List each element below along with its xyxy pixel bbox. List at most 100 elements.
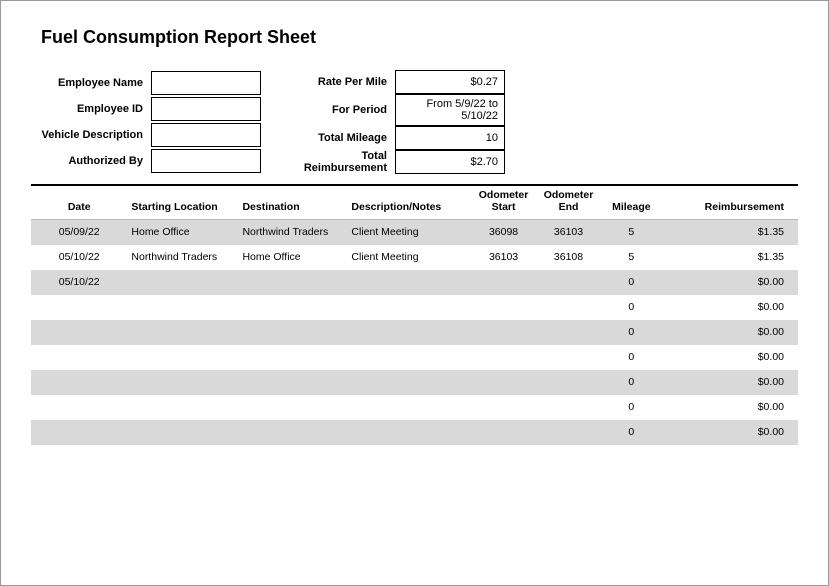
cell-dest[interactable] [238,370,347,395]
cell-mileage[interactable]: 0 [601,395,662,420]
table-row: 05/10/22 0$0.00 [31,270,798,295]
cell-dest[interactable] [238,320,347,345]
cell-odo-start[interactable]: 36103 [471,245,536,270]
cell-dest[interactable] [238,395,347,420]
cell-start-loc[interactable] [127,420,238,445]
cell-desc[interactable] [347,395,471,420]
cell-mileage[interactable]: 0 [601,420,662,445]
cell-dest[interactable] [238,270,347,295]
period-label: For Period [285,98,395,122]
cell-odo-end[interactable] [536,295,601,320]
cell-reimb[interactable]: $0.00 [662,420,798,445]
cell-reimb[interactable]: $0.00 [662,345,798,370]
cell-odo-start[interactable] [471,370,536,395]
cell-odo-end[interactable] [536,395,601,420]
cell-start-loc[interactable] [127,320,238,345]
cell-reimb[interactable]: $0.00 [662,295,798,320]
cell-odo-start[interactable]: 36098 [471,220,536,245]
period-value[interactable]: From 5/9/22 to 5/10/22 [395,94,505,126]
cell-date[interactable] [31,295,127,320]
cell-dest[interactable] [238,345,347,370]
cell-odo-end[interactable] [536,370,601,395]
cell-date[interactable]: 05/09/22 [31,220,127,245]
cell-odo-start[interactable] [471,295,536,320]
cell-start-loc[interactable] [127,270,238,295]
vehicle-desc-input[interactable] [151,123,261,147]
cell-dest[interactable]: Northwind Traders [238,220,347,245]
cell-odo-end[interactable] [536,345,601,370]
cell-dest[interactable]: Home Office [238,245,347,270]
cell-date[interactable] [31,395,127,420]
cell-reimb[interactable]: $0.00 [662,395,798,420]
cell-reimb[interactable]: $1.35 [662,245,798,270]
col-date: Date [31,186,127,220]
cell-start-loc[interactable] [127,295,238,320]
employee-name-input[interactable] [151,71,261,95]
cell-desc[interactable] [347,345,471,370]
cell-odo-start[interactable] [471,420,536,445]
cell-dest[interactable] [238,420,347,445]
authorized-by-label: Authorized By [31,149,151,173]
cell-odo-end[interactable]: 36108 [536,245,601,270]
page-title: Fuel Consumption Report Sheet [41,27,798,48]
cell-reimb[interactable]: $0.00 [662,270,798,295]
cell-mileage[interactable]: 0 [601,320,662,345]
cell-desc[interactable]: Client Meeting [347,245,471,270]
table-row: 0$0.00 [31,295,798,320]
cell-start-loc[interactable]: Northwind Traders [127,245,238,270]
cell-start-loc[interactable] [127,345,238,370]
header-left: Employee Name Employee ID Vehicle Descri… [31,70,261,174]
cell-odo-end[interactable] [536,320,601,345]
cell-date[interactable] [31,345,127,370]
cell-dest[interactable] [238,295,347,320]
cell-desc[interactable]: Client Meeting [347,220,471,245]
cell-date[interactable]: 05/10/22 [31,245,127,270]
cell-start-loc[interactable]: Home Office [127,220,238,245]
cell-odo-end[interactable] [536,420,601,445]
cell-desc[interactable] [347,270,471,295]
employee-name-label: Employee Name [31,71,151,95]
table-row: 05/10/22Northwind TradersHome OfficeClie… [31,245,798,270]
cell-odo-start[interactable] [471,345,536,370]
cell-mileage[interactable]: 5 [601,220,662,245]
rate-value[interactable]: $0.27 [395,70,505,94]
employee-id-label: Employee ID [31,97,151,121]
cell-start-loc[interactable] [127,395,238,420]
header-right: Rate Per Mile $0.27 For Period From 5/9/… [285,70,505,174]
total-mileage-value: 10 [395,126,505,150]
col-odo-start: Odometer Start [471,186,536,220]
table-row: 0$0.00 [31,395,798,420]
cell-date[interactable] [31,320,127,345]
col-desc: Description/Notes [347,186,471,220]
cell-start-loc[interactable] [127,370,238,395]
rate-label: Rate Per Mile [285,70,395,94]
cell-mileage[interactable]: 0 [601,370,662,395]
table-row: 05/09/22Home OfficeNorthwind TradersClie… [31,220,798,245]
authorized-by-input[interactable] [151,149,261,173]
cell-odo-start[interactable] [471,270,536,295]
header-section: Employee Name Employee ID Vehicle Descri… [31,70,798,174]
cell-desc[interactable] [347,370,471,395]
cell-mileage[interactable]: 0 [601,295,662,320]
cell-mileage[interactable]: 0 [601,345,662,370]
cell-odo-end[interactable] [536,270,601,295]
cell-desc[interactable] [347,320,471,345]
cell-reimb[interactable]: $0.00 [662,370,798,395]
table-header-row: Date Starting Location Destination Descr… [31,186,798,220]
cell-reimb[interactable]: $1.35 [662,220,798,245]
cell-date[interactable] [31,420,127,445]
cell-mileage[interactable]: 0 [601,270,662,295]
cell-desc[interactable] [347,420,471,445]
cell-odo-start[interactable] [471,320,536,345]
cell-date[interactable]: 05/10/22 [31,270,127,295]
cell-date[interactable] [31,370,127,395]
col-odo-end: Odometer End [536,186,601,220]
vehicle-desc-label: Vehicle Description [31,123,151,147]
cell-odo-start[interactable] [471,395,536,420]
cell-mileage[interactable]: 5 [601,245,662,270]
total-reimb-value: $2.70 [395,150,505,174]
cell-odo-end[interactable]: 36103 [536,220,601,245]
cell-reimb[interactable]: $0.00 [662,320,798,345]
cell-desc[interactable] [347,295,471,320]
employee-id-input[interactable] [151,97,261,121]
